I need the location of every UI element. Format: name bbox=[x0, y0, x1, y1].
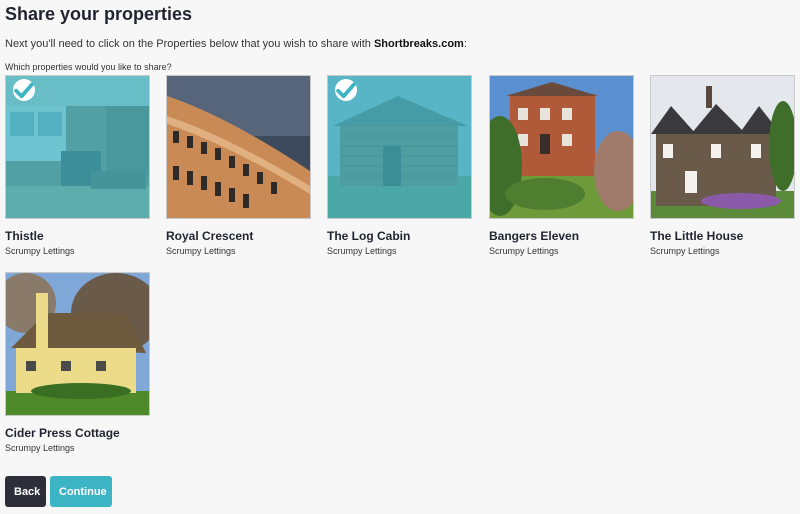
property-photo[interactable] bbox=[166, 75, 311, 219]
property-card-cider-press-cottage[interactable]: Cider Press Cottage Scrumpy Lettings bbox=[5, 272, 150, 453]
property-owner: Scrumpy Lettings bbox=[5, 246, 75, 256]
intro-brand: Shortbreaks.com bbox=[373, 38, 464, 50]
share-question: Which properties would you like to share… bbox=[5, 62, 172, 72]
property-photo[interactable] bbox=[327, 75, 472, 219]
property-owner: Scrumpy Lettings bbox=[327, 246, 397, 256]
property-owner: Scrumpy Lettings bbox=[166, 246, 236, 256]
property-card-the-log-cabin[interactable]: The Log Cabin Scrumpy Lettings bbox=[327, 75, 472, 256]
property-card-bangers-eleven[interactable]: Bangers Eleven Scrumpy Lettings bbox=[489, 75, 634, 256]
property-owner: Scrumpy Lettings bbox=[650, 246, 720, 256]
property-photo[interactable] bbox=[650, 75, 795, 219]
cottage-photo bbox=[6, 273, 149, 415]
property-owner: Scrumpy Lettings bbox=[5, 443, 75, 453]
check-icon bbox=[335, 79, 357, 101]
property-card-the-little-house[interactable]: The Little House Scrumpy Lettings bbox=[650, 75, 795, 256]
page-title: Share your properties bbox=[5, 4, 193, 24]
property-name: Royal Crescent bbox=[166, 229, 254, 243]
property-card-royal-crescent[interactable]: Royal Crescent Scrumpy Lettings bbox=[166, 75, 311, 256]
intro-text: Next you'll need to click on the Propert… bbox=[5, 38, 467, 50]
property-photo[interactable] bbox=[5, 75, 150, 219]
property-name: Thistle bbox=[5, 229, 44, 243]
property-photo[interactable] bbox=[489, 75, 634, 219]
continue-button[interactable]: Continue bbox=[50, 476, 112, 507]
crescent-photo bbox=[167, 76, 310, 218]
intro-suffix: : bbox=[463, 38, 467, 50]
stone-house-photo bbox=[651, 76, 794, 218]
back-button[interactable]: Back bbox=[5, 476, 46, 507]
property-name: Cider Press Cottage bbox=[5, 426, 120, 440]
check-icon bbox=[13, 79, 35, 101]
property-photo[interactable] bbox=[5, 272, 150, 416]
property-owner: Scrumpy Lettings bbox=[489, 246, 559, 256]
property-name: The Little House bbox=[650, 229, 744, 243]
property-name: The Log Cabin bbox=[327, 229, 411, 243]
intro-prefix: Next you'll need to click on the Propert… bbox=[5, 38, 374, 50]
property-card-thistle[interactable]: Thistle Scrumpy Lettings bbox=[5, 75, 150, 256]
property-name: Bangers Eleven bbox=[489, 229, 580, 243]
brick-house-photo bbox=[490, 76, 633, 218]
